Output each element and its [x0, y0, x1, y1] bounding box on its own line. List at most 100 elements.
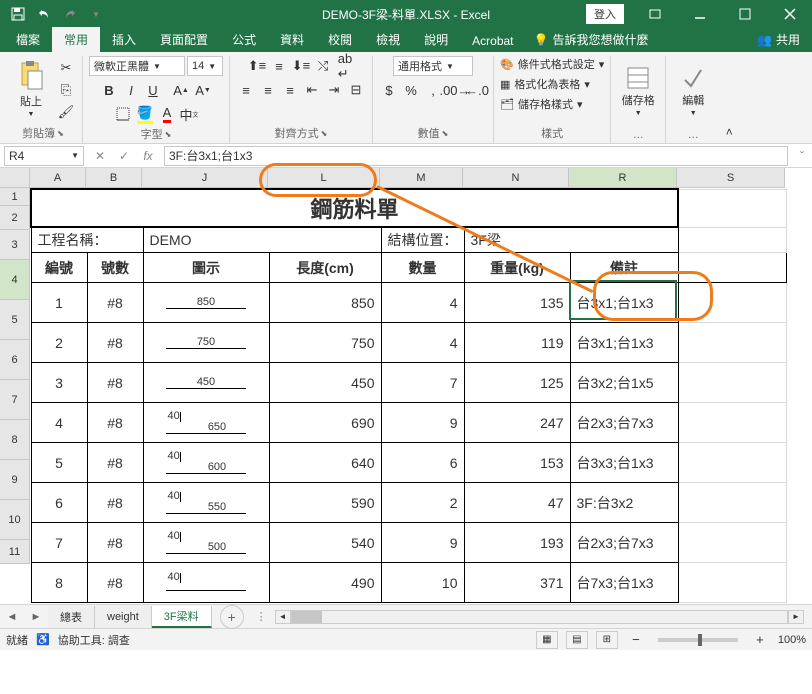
tab-data[interactable]: 資料: [268, 27, 316, 52]
dec-decimal-button[interactable]: ←.0: [467, 80, 487, 100]
underline-button[interactable]: U: [143, 80, 163, 100]
col-header[interactable]: S: [677, 168, 785, 188]
enter-formula-button[interactable]: ✓: [112, 146, 136, 166]
qat-dropdown[interactable]: ▼: [84, 2, 108, 26]
align-middle-button[interactable]: ≡: [269, 56, 289, 76]
font-name-select[interactable]: 微軟正黑體▼: [89, 56, 185, 76]
fx-button[interactable]: fx: [136, 146, 160, 166]
col-header[interactable]: M: [380, 168, 463, 188]
row-header[interactable]: 7: [0, 380, 30, 420]
indent-right-button[interactable]: ⇥: [324, 80, 344, 100]
paste-button[interactable]: 貼上▼: [10, 59, 52, 121]
save-button[interactable]: [6, 2, 30, 26]
view-normal-button[interactable]: ▦: [536, 631, 558, 649]
cells-button[interactable]: 儲存格▼: [617, 61, 659, 123]
collapse-ribbon-button[interactable]: ˄: [720, 56, 738, 143]
zoom-slider[interactable]: [658, 638, 738, 642]
status-accessibility[interactable]: 協助工具: 調查: [58, 632, 130, 648]
currency-button[interactable]: $: [379, 80, 399, 100]
wrap-text-button[interactable]: ab↵: [335, 56, 355, 76]
font-size-select[interactable]: 14▼: [187, 56, 223, 76]
number-format-select[interactable]: 通用格式▼: [393, 56, 473, 76]
row-header[interactable]: 10: [0, 500, 30, 540]
font-color-button[interactable]: A: [157, 104, 177, 124]
tell-me[interactable]: 💡告訴我您想做什麼: [530, 27, 653, 52]
col-header[interactable]: J: [142, 168, 268, 188]
sheet-nav-next[interactable]: ►: [24, 605, 48, 629]
add-sheet-button[interactable]: +: [220, 605, 244, 629]
merge-button[interactable]: ⊟: [346, 80, 366, 100]
format-table-button[interactable]: ▦格式化為表格 ▾: [500, 76, 590, 92]
col-header[interactable]: A: [30, 168, 86, 188]
percent-button[interactable]: %: [401, 80, 421, 100]
editing-button[interactable]: 編輯▼: [672, 61, 714, 123]
share-button[interactable]: 👥共用: [745, 27, 812, 52]
row-header[interactable]: 5: [0, 300, 30, 340]
tab-layout[interactable]: 頁面配置: [148, 27, 220, 52]
expand-formula-bar[interactable]: ˇ: [792, 149, 812, 163]
border-button[interactable]: [113, 104, 133, 124]
tab-view[interactable]: 檢視: [364, 27, 412, 52]
ribbon-display-icon[interactable]: [632, 0, 677, 28]
align-top-button[interactable]: ⬆≡: [247, 56, 267, 76]
cell-styles-button[interactable]: 🗂儲存格樣式 ▾: [500, 96, 583, 112]
fill-color-button[interactable]: 🪣: [135, 104, 155, 124]
grow-font-button[interactable]: A▲: [171, 80, 191, 100]
tab-home[interactable]: 常用: [52, 27, 100, 52]
zoom-in-button[interactable]: +: [750, 630, 770, 650]
tab-insert[interactable]: 插入: [100, 27, 148, 52]
tab-formulas[interactable]: 公式: [220, 27, 268, 52]
col-header[interactable]: B: [86, 168, 142, 188]
indent-left-button[interactable]: ⇤: [302, 80, 322, 100]
view-page-break-button[interactable]: ⊞: [596, 631, 618, 649]
zoom-out-button[interactable]: −: [626, 630, 646, 650]
phonetic-button[interactable]: 中文: [179, 104, 199, 124]
sheet-tab[interactable]: 3F梁料: [152, 606, 212, 628]
copy-button[interactable]: ⎘: [56, 80, 76, 100]
col-header[interactable]: L: [268, 168, 380, 188]
undo-button[interactable]: [32, 2, 56, 26]
align-left-button[interactable]: ≡: [236, 80, 256, 100]
sheet-tab[interactable]: weight: [95, 606, 152, 628]
italic-button[interactable]: I: [121, 80, 141, 100]
row-header[interactable]: 9: [0, 460, 30, 500]
sheet-nav-prev[interactable]: ◄: [0, 605, 24, 629]
login-button[interactable]: 登入: [586, 4, 624, 24]
cut-button[interactable]: ✂: [56, 58, 76, 78]
col-header[interactable]: N: [463, 168, 569, 188]
row-header[interactable]: 2: [0, 206, 30, 230]
maximize-button[interactable]: [722, 0, 767, 28]
align-right-button[interactable]: ≡: [280, 80, 300, 100]
tab-file[interactable]: 檔案: [4, 27, 52, 52]
formula-bar[interactable]: 3F:台3x1;台1x3: [164, 146, 788, 166]
cond-format-button[interactable]: 🎨條件式格式設定 ▾: [500, 56, 604, 72]
orientation-button[interactable]: ⤭: [313, 56, 333, 76]
row-header[interactable]: 8: [0, 420, 30, 460]
horizontal-scrollbar[interactable]: ◄►: [275, 610, 804, 624]
cancel-formula-button[interactable]: ✕: [88, 146, 112, 166]
close-button[interactable]: [767, 0, 812, 28]
row-header[interactable]: 11: [0, 540, 30, 564]
tab-help[interactable]: 說明: [412, 27, 460, 52]
format-painter-button[interactable]: 🖌: [56, 102, 76, 122]
view-page-layout-button[interactable]: ▤: [566, 631, 588, 649]
align-center-button[interactable]: ≡: [258, 80, 278, 100]
bold-button[interactable]: B: [99, 80, 119, 100]
worksheet-grid[interactable]: A B J L M N R S 1234567891011 鋼筋料單工程名稱：D…: [0, 168, 812, 604]
align-bottom-button[interactable]: ⬇≡: [291, 56, 311, 76]
select-all-button[interactable]: [0, 168, 30, 188]
sheet-cells[interactable]: 鋼筋料單工程名稱：DEMO結構位置：3F梁編號號數圖示長度(cm)數量重量(kg…: [30, 188, 787, 603]
name-box[interactable]: R4▼: [4, 146, 84, 166]
col-header[interactable]: R: [569, 168, 677, 188]
row-header[interactable]: 4: [0, 260, 30, 300]
row-header[interactable]: 1: [0, 188, 30, 206]
sheet-tab[interactable]: 總表: [48, 606, 95, 628]
tab-acrobat[interactable]: Acrobat: [460, 30, 525, 52]
tab-review[interactable]: 校閱: [316, 27, 364, 52]
redo-button[interactable]: [58, 2, 82, 26]
row-header[interactable]: 6: [0, 340, 30, 380]
minimize-button[interactable]: [677, 0, 722, 28]
row-header[interactable]: 3: [0, 230, 30, 260]
inc-decimal-button[interactable]: .00→: [445, 80, 465, 100]
zoom-level[interactable]: 100%: [778, 634, 806, 646]
